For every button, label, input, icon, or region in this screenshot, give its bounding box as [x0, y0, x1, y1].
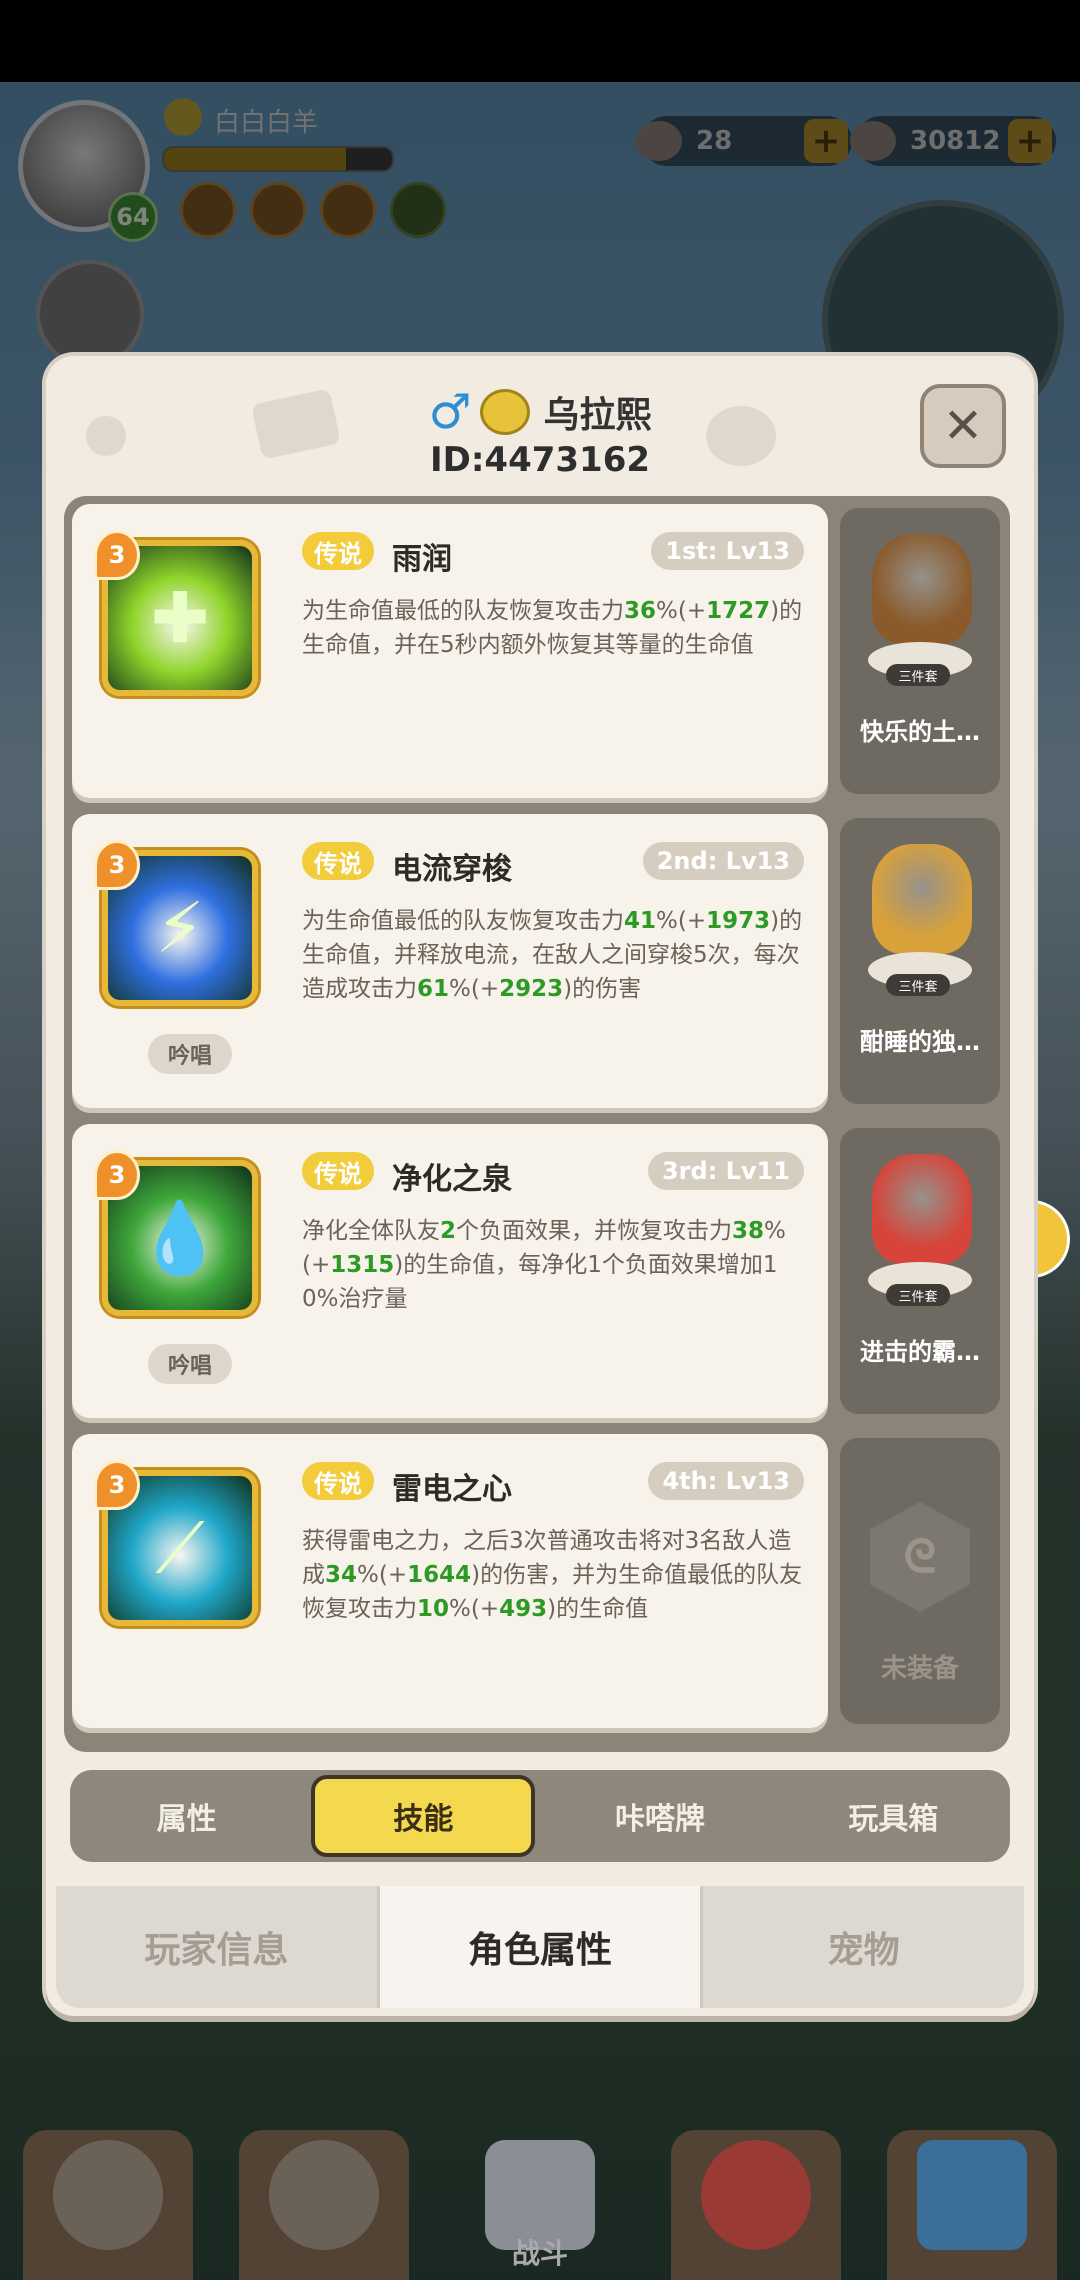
skill-card[interactable]: 3 ✚ 传说 雨润 1st: Lv13 为生命值最低的队友恢复攻击力36%(+1727)的… — [72, 504, 828, 798]
tab-0[interactable]: 属性 — [70, 1774, 303, 1858]
unequipped-label: 未装备 — [880, 1654, 959, 1684]
chant-tag: 吟唱 — [148, 1344, 232, 1384]
rarity-badge: 传说 — [302, 1462, 374, 1500]
skill-text: %(+ — [357, 1562, 408, 1588]
skill-rank-badge: 3 — [94, 530, 140, 580]
skill-description: 为生命值最低的队友恢复攻击力41%(+1973)的生命值，并释放电流，在敌人之间… — [302, 904, 810, 1006]
skill-value: 1644 — [407, 1562, 472, 1588]
skill-text: %(+ — [449, 1596, 500, 1622]
nav-slot-shop[interactable] — [887, 2130, 1057, 2280]
toy-slot[interactable]: 三件套酣睡的独… — [840, 818, 1000, 1104]
skill-text: 为生命值最低的队友恢复攻击力 — [302, 908, 624, 934]
skill-rank-badge: 3 — [94, 840, 140, 890]
skill-text: %(+ — [656, 598, 707, 624]
player-info-modal: ♂ 乌拉熙 ID:4473162 ✕ 3 ✚ 传说 雨润 1st: Lv13 为生命值最低… — [46, 356, 1034, 2016]
battle-label: 战斗 — [511, 2237, 568, 2270]
toy-name: 酣睡的独… — [860, 1028, 980, 1056]
male-gender-icon: ♂ — [428, 384, 472, 440]
toy-slot[interactable]: 三件套快乐的土… — [840, 508, 1000, 794]
skill-name: 雷电之心 — [392, 1472, 512, 1507]
character-icon — [269, 2140, 379, 2250]
chant-tag: 吟唱 — [148, 1034, 232, 1074]
skill-text: )的伤害 — [563, 976, 642, 1002]
skill-rank-badge: 3 — [94, 1460, 140, 1510]
skill-text: 个负面效果，并恢复攻击力 — [456, 1218, 733, 1244]
nav-slot-hero[interactable] — [23, 2130, 193, 2280]
toy-slot[interactable]: ᘓ 未装备 — [840, 1438, 1000, 1724]
skill-slot-level: 2nd: Lv13 — [642, 842, 804, 880]
modal-title: ♂ 乌拉熙 — [46, 386, 1034, 438]
skill-name: 雨润 — [392, 542, 452, 577]
skill-slot-level: 3rd: Lv11 — [647, 1152, 804, 1190]
player-id: ID:4473162 — [429, 440, 651, 480]
pet-icon — [701, 2140, 811, 2250]
empty-slot-icon: ᘓ — [870, 1502, 970, 1612]
skill-value: 36 — [624, 598, 657, 624]
skill-text: 净化全体队友 — [302, 1218, 440, 1244]
skill-value: 34 — [325, 1562, 358, 1588]
skill-value: 61 — [417, 976, 450, 1002]
toy-figure-icon — [872, 534, 972, 644]
player-name: 乌拉熙 — [543, 395, 652, 436]
skill-slot-level: 4th: Lv13 — [648, 1462, 804, 1500]
modal-tabs: 玩家信息 角色属性 宠物 — [56, 1886, 1024, 2008]
rarity-badge: 传说 — [302, 532, 374, 570]
nav-slot-character[interactable] — [239, 2130, 409, 2280]
skill-value: 10 — [417, 1596, 450, 1622]
skill-value: 1315 — [330, 1252, 395, 1278]
nav-slot-pet[interactable] — [671, 2130, 841, 2280]
shop-icon — [917, 2140, 1027, 2250]
toy-figure-icon — [872, 844, 972, 954]
skill-card[interactable]: 3 💧 吟唱 传说 净化之泉 3rd: Lv11 净化全体队友2个负面效果，并恢复攻击力38… — [72, 1124, 828, 1418]
modal-tab-1[interactable]: 角色属性 — [376, 1886, 704, 2008]
skill-description: 净化全体队友2个负面效果，并恢复攻击力38%(+1315)的生命值，每净化1个负… — [302, 1214, 810, 1316]
skill-text: 为生命值最低的队友恢复攻击力 — [302, 598, 624, 624]
tab-1[interactable]: 技能 — [311, 1775, 536, 1857]
skill-description: 获得雷电之力，之后3次普通攻击将对3名敌人造成34%(+1644)的伤害，并为生… — [302, 1524, 810, 1626]
toy-set-tag: 三件套 — [886, 974, 950, 996]
player-emblem-icon — [479, 389, 530, 435]
skill-rank-badge: 3 — [94, 1150, 140, 1200]
toy-name: 快乐的土… — [860, 718, 980, 746]
hero-icon — [53, 2140, 163, 2250]
skill-value: 493 — [499, 1596, 548, 1622]
rarity-badge: 传说 — [302, 1152, 374, 1190]
skill-list: 3 ✚ 传说 雨润 1st: Lv13 为生命值最低的队友恢复攻击力36%(+1727)的… — [64, 496, 1010, 1752]
sub-tab-bar: 属性 技能 咔嗒牌 玩具箱 — [70, 1770, 1010, 1862]
skill-name: 净化之泉 — [392, 1162, 512, 1197]
bottom-navigation: 战斗 — [0, 2120, 1080, 2280]
skill-value: 41 — [624, 908, 657, 934]
skill-value: 1727 — [706, 598, 771, 624]
modal-tab-2[interactable]: 宠物 — [703, 1886, 1024, 2008]
skill-card[interactable]: 3 ⚡ 吟唱 传说 电流穿梭 2nd: Lv13 为生命值最低的队友恢复攻击力41%(+19… — [72, 814, 828, 1108]
rarity-badge: 传说 — [302, 842, 374, 880]
toy-set-tag: 三件套 — [886, 1284, 950, 1306]
modal-tab-0[interactable]: 玩家信息 — [56, 1886, 377, 2008]
skill-name: 电流穿梭 — [392, 852, 512, 887]
toy-slot[interactable]: 三件套进击的霸… — [840, 1128, 1000, 1414]
skill-value: 38 — [732, 1218, 765, 1244]
skill-value: 2923 — [499, 976, 564, 1002]
nav-slot-battle[interactable]: 战斗 — [455, 2130, 625, 2280]
skill-value: 2 — [440, 1218, 457, 1244]
skill-card[interactable]: 3 ⟋ 传说 雷电之心 4th: Lv13 获得雷电之力，之后3次普通攻击将对3名敌人造成… — [72, 1434, 828, 1728]
tab-2[interactable]: 咔嗒牌 — [543, 1774, 776, 1858]
toy-figure-icon — [872, 1154, 972, 1264]
skill-text: )的生命值 — [547, 1596, 649, 1622]
skill-value: 1973 — [706, 908, 771, 934]
tab-3[interactable]: 玩具箱 — [777, 1774, 1010, 1858]
skill-slot-level: 1st: Lv13 — [651, 532, 804, 570]
toy-name: 进击的霸… — [860, 1338, 980, 1366]
close-icon: ✕ — [942, 398, 984, 454]
skill-text: %(+ — [656, 908, 707, 934]
skill-description: 为生命值最低的队友恢复攻击力36%(+1727)的生命值，并在5秒内额外恢复其等… — [302, 594, 810, 662]
skill-text: %(+ — [449, 976, 500, 1002]
toy-set-tag: 三件套 — [886, 664, 950, 686]
close-button[interactable]: ✕ — [920, 384, 1006, 468]
